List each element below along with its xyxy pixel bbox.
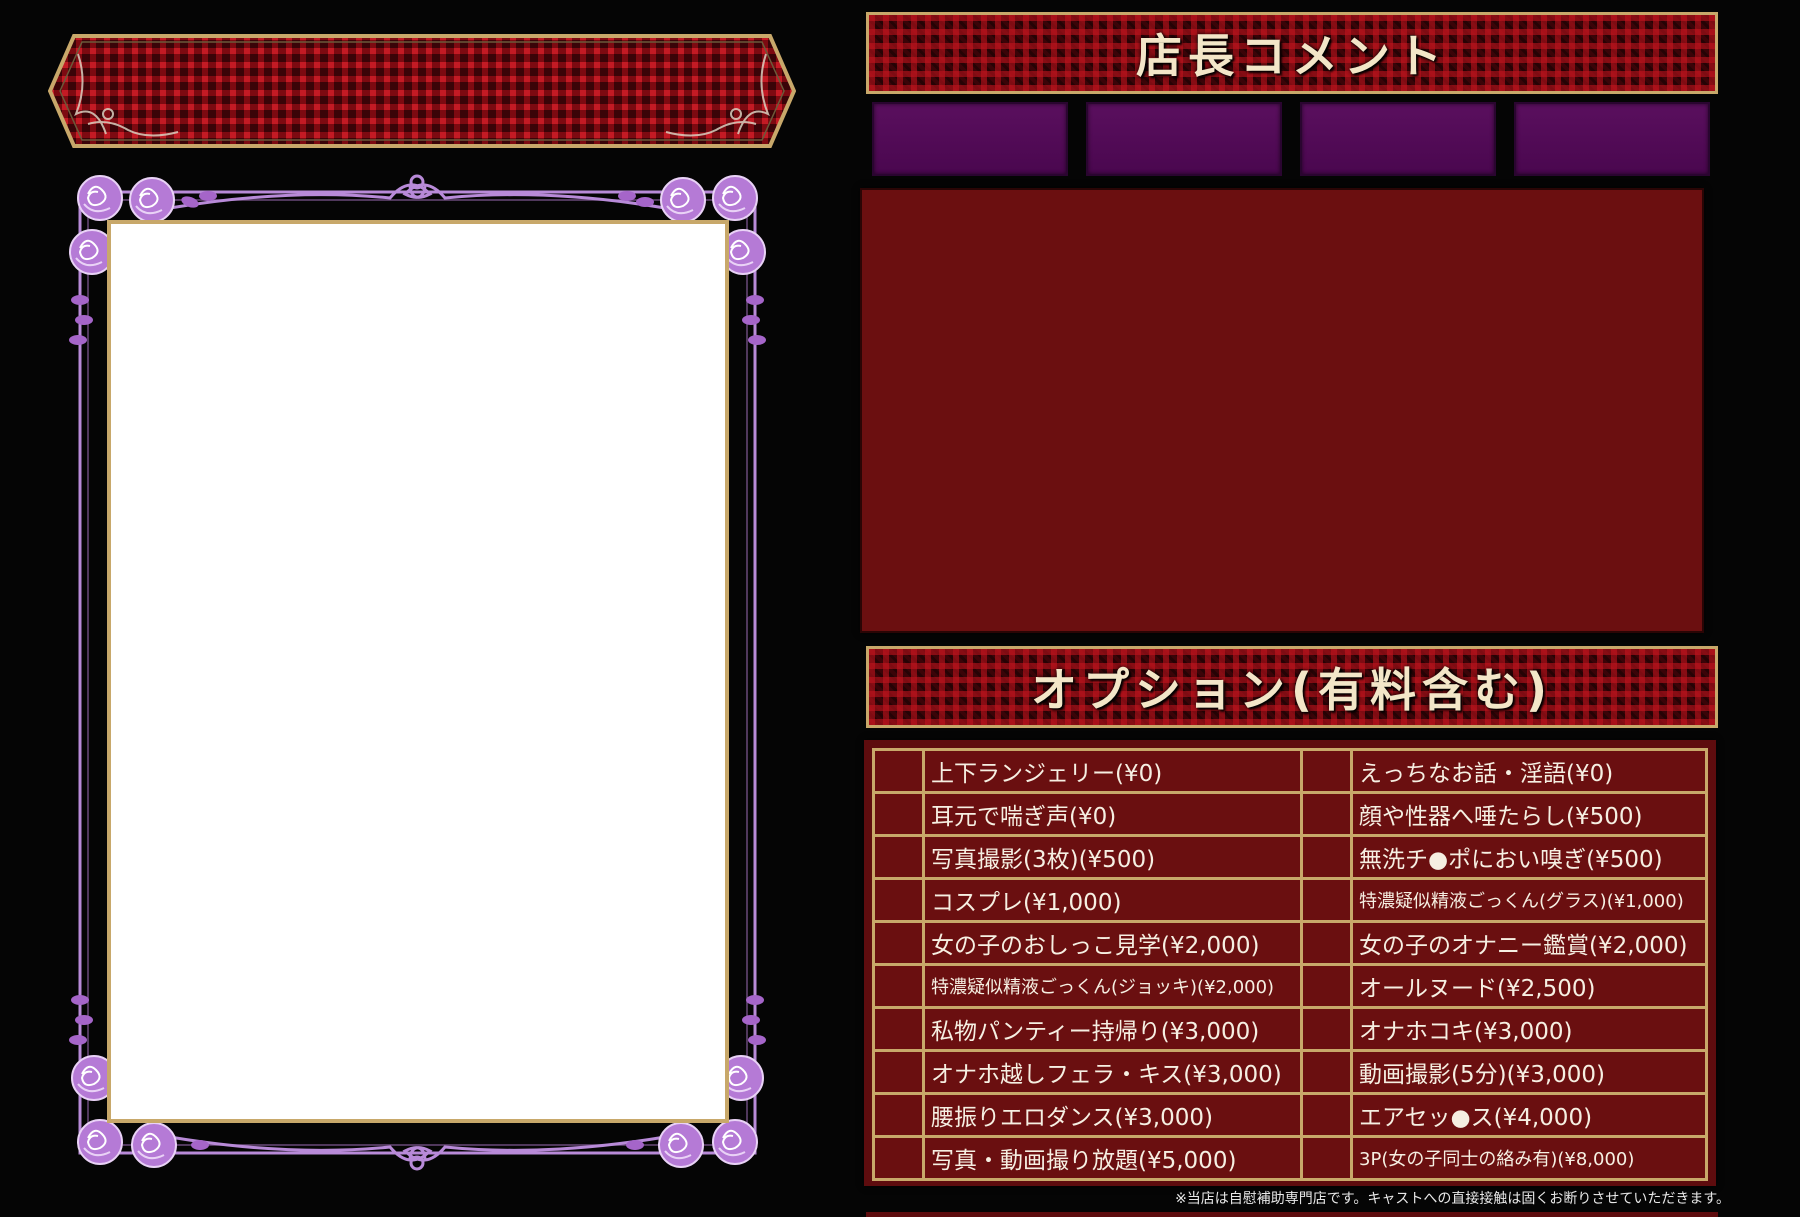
- option-cell: 特濃疑似精液ごっくん(ジョッキ)(¥2,000): [921, 963, 1304, 1009]
- purple-tab-2: [1086, 102, 1282, 176]
- option-mark-cell: [1300, 920, 1354, 966]
- photo-frame: [60, 170, 775, 1175]
- option-mark-cell: [872, 1092, 925, 1138]
- option-cell: 女の子のおしっこ見学(¥2,000): [921, 920, 1304, 966]
- photo-placeholder: [107, 220, 729, 1123]
- option-cell: 3P(女の子同士の絡み有)(¥8,000): [1350, 1135, 1708, 1181]
- option-cell: 無洗チ●ポにおい嗅ぎ(¥500): [1350, 834, 1708, 880]
- options-table-wrap: 上下ランジェリー(¥0) えっちなお話・淫語(¥0) 耳元で喘ぎ声(¥0) 顔や…: [864, 740, 1716, 1186]
- option-mark-cell: [1300, 877, 1354, 923]
- option-mark-cell: [1300, 834, 1354, 880]
- option-mark-cell: [872, 920, 925, 966]
- table-row: 私物パンティー持帰り(¥3,000) オナホコキ(¥3,000): [872, 1006, 1708, 1052]
- option-cell: エアセッ●ス(¥4,000): [1350, 1092, 1708, 1138]
- options-header-title: オプション(有料含む): [1030, 663, 1554, 717]
- option-cell: 腰振りエロダンス(¥3,000): [921, 1092, 1304, 1138]
- options-table: 上下ランジェリー(¥0) えっちなお話・淫語(¥0) 耳元で喘ぎ声(¥0) 顔や…: [872, 748, 1708, 1181]
- options-header: オプション(有料含む): [866, 646, 1718, 728]
- table-row: 耳元で喘ぎ声(¥0) 顔や性器へ唾たらし(¥500): [872, 791, 1708, 837]
- option-mark-cell: [1300, 791, 1354, 837]
- option-cell: えっちなお話・淫語(¥0): [1350, 748, 1708, 794]
- footnote: ※当店は自慰補助専門店です。キャストへの直接接触は固くお断りさせていただきます。: [1175, 1191, 1730, 1207]
- option-cell: 上下ランジェリー(¥0): [921, 748, 1304, 794]
- option-mark-cell: [1300, 1049, 1354, 1095]
- option-mark-cell: [1300, 748, 1354, 794]
- option-cell: 私物パンティー持帰り(¥3,000): [921, 1006, 1304, 1052]
- option-cell: 耳元で喘ぎ声(¥0): [921, 791, 1304, 837]
- table-row: 上下ランジェリー(¥0) えっちなお話・淫語(¥0): [872, 748, 1708, 794]
- option-cell: オールヌード(¥2,500): [1350, 963, 1708, 1009]
- option-mark-cell: [872, 1006, 925, 1052]
- purple-tab-3: [1300, 102, 1496, 176]
- bottom-strip: [866, 1212, 1718, 1217]
- option-mark-cell: [872, 1135, 925, 1181]
- comment-box: [860, 188, 1704, 633]
- option-cell: オナホコキ(¥3,000): [1350, 1006, 1708, 1052]
- option-mark-cell: [872, 963, 925, 1009]
- purple-tab-4: [1514, 102, 1710, 176]
- option-cell: コスプレ(¥1,000): [921, 877, 1304, 923]
- table-row: 女の子のおしっこ見学(¥2,000) 女の子のオナニー鑑賞(¥2,000): [872, 920, 1708, 966]
- banner-frame: [48, 34, 796, 148]
- name-banner: [48, 34, 796, 148]
- option-mark-cell: [872, 1049, 925, 1095]
- comment-header: 店長コメント: [866, 12, 1718, 94]
- option-cell: 女の子のオナニー鑑賞(¥2,000): [1350, 920, 1708, 966]
- option-mark-cell: [872, 877, 925, 923]
- option-mark-cell: [872, 834, 925, 880]
- table-row: コスプレ(¥1,000) 特濃疑似精液ごっくん(グラス)(¥1,000): [872, 877, 1708, 923]
- option-cell: オナホ越しフェラ・キス(¥3,000): [921, 1049, 1304, 1095]
- purple-tab-1: [872, 102, 1068, 176]
- option-cell: 写真撮影(3枚)(¥500): [921, 834, 1304, 880]
- table-row: 特濃疑似精液ごっくん(ジョッキ)(¥2,000) オールヌード(¥2,500): [872, 963, 1708, 1009]
- table-row: 腰振りエロダンス(¥3,000) エアセッ●ス(¥4,000): [872, 1092, 1708, 1138]
- option-cell: 特濃疑似精液ごっくん(グラス)(¥1,000): [1350, 877, 1708, 923]
- option-mark-cell: [1300, 963, 1354, 1009]
- option-cell: 動画撮影(5分)(¥3,000): [1350, 1049, 1708, 1095]
- comment-header-title: 店長コメント: [1136, 29, 1448, 83]
- option-cell: 顔や性器へ唾たらし(¥500): [1350, 791, 1708, 837]
- purple-tab-bar: [872, 102, 1710, 176]
- table-row: 写真撮影(3枚)(¥500) 無洗チ●ポにおい嗅ぎ(¥500): [872, 834, 1708, 880]
- option-mark-cell: [1300, 1092, 1354, 1138]
- option-cell: 写真・動画撮り放題(¥5,000): [921, 1135, 1304, 1181]
- table-row: オナホ越しフェラ・キス(¥3,000) 動画撮影(5分)(¥3,000): [872, 1049, 1708, 1095]
- table-row: 写真・動画撮り放題(¥5,000) 3P(女の子同士の絡み有)(¥8,000): [872, 1135, 1708, 1181]
- option-mark-cell: [1300, 1135, 1354, 1181]
- option-mark-cell: [1300, 1006, 1354, 1052]
- option-mark-cell: [872, 748, 925, 794]
- option-mark-cell: [872, 791, 925, 837]
